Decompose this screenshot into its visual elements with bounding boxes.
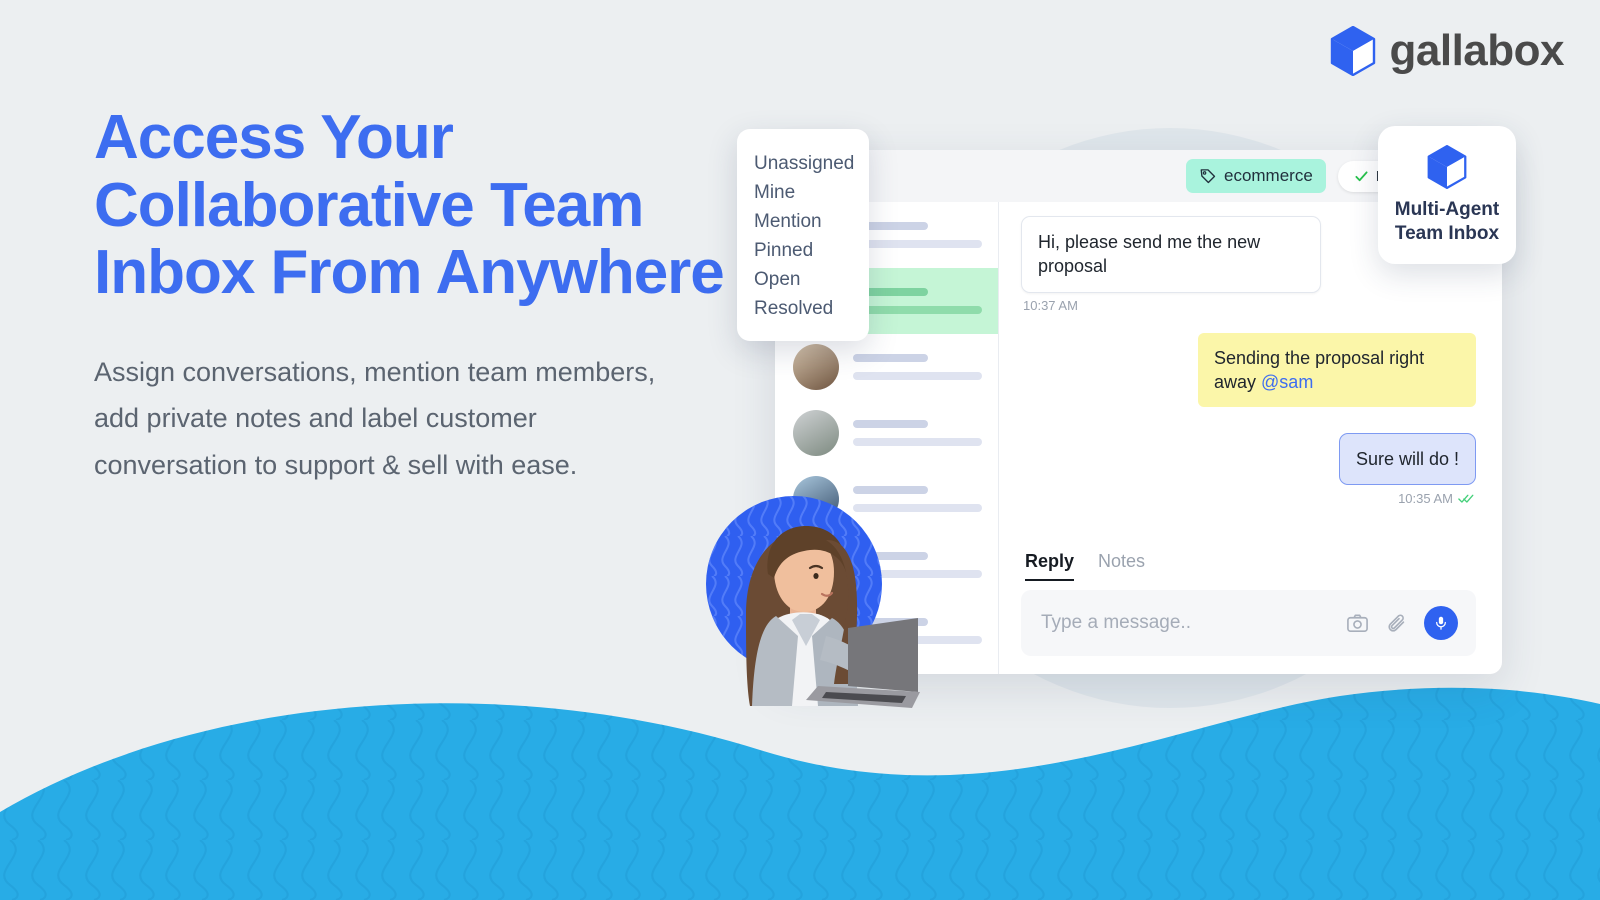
microphone-icon bbox=[1436, 616, 1446, 630]
conversation-preview bbox=[853, 222, 982, 248]
message-bubble-incoming: Hi, please send me the new proposal bbox=[1021, 216, 1321, 293]
badge-label-line1: Multi-Agent bbox=[1394, 199, 1500, 221]
message-thread: Hi, please send me the new proposal 10:3… bbox=[1021, 216, 1476, 551]
message-timestamp: 10:37 AM bbox=[1023, 297, 1078, 313]
filter-item-resolved[interactable]: Resolved bbox=[737, 294, 869, 323]
message-timestamp: 10:35 AM bbox=[1398, 491, 1453, 507]
list-item[interactable] bbox=[775, 400, 998, 466]
skeleton-line bbox=[853, 372, 982, 380]
badge-label: Multi-Agent Team Inbox bbox=[1395, 198, 1499, 244]
chat-panel: Hi, please send me the new proposal 10:3… bbox=[999, 202, 1502, 674]
hero-subcopy: Assign conversations, mention team membe… bbox=[94, 356, 656, 481]
multi-agent-team-inbox-badge: Multi-Agent Team Inbox bbox=[1378, 126, 1516, 264]
conversation-preview bbox=[853, 420, 982, 446]
double-check-icon bbox=[1458, 495, 1474, 504]
cube-icon bbox=[1330, 26, 1375, 76]
message-row-reply: Sure will do ! bbox=[1021, 433, 1476, 486]
tag-icon bbox=[1200, 169, 1216, 184]
inbox-filter-dropdown[interactable]: Unassigned Mine Mention Pinned Open Reso… bbox=[737, 129, 869, 341]
hero-copy: Access Your Collaborative Team Inbox Fro… bbox=[94, 104, 734, 489]
skeleton-line bbox=[853, 438, 982, 446]
page-title: Access Your Collaborative Team Inbox Fro… bbox=[94, 103, 725, 308]
mention-tag[interactable]: @sam bbox=[1261, 372, 1313, 392]
message-bubble-reply: Sure will do ! bbox=[1338, 433, 1476, 486]
gallabox-logo: gallabox bbox=[1330, 26, 1565, 76]
camera-icon[interactable] bbox=[1346, 612, 1369, 635]
list-item[interactable] bbox=[775, 334, 998, 400]
logo-wordmark: gallabox bbox=[1389, 26, 1565, 75]
skeleton-line bbox=[853, 306, 982, 314]
message-composer[interactable]: Type a message.. bbox=[1021, 590, 1476, 656]
filter-item-unassigned[interactable]: Unassigned bbox=[737, 149, 869, 178]
woman-with-laptop-photo bbox=[746, 526, 920, 708]
microphone-button[interactable] bbox=[1424, 606, 1458, 640]
filter-item-open[interactable]: Open bbox=[737, 265, 869, 294]
avatar bbox=[793, 410, 839, 456]
conversation-preview bbox=[853, 354, 982, 380]
message-input[interactable]: Type a message.. bbox=[1041, 612, 1330, 634]
note-text: Sending the proposal right away bbox=[1214, 347, 1425, 392]
agent-photo-illustration bbox=[706, 496, 926, 716]
tab-notes[interactable]: Notes bbox=[1098, 551, 1145, 581]
composer-tabs[interactable]: Reply Notes bbox=[1025, 551, 1476, 581]
avatar bbox=[793, 344, 839, 390]
message-timestamp-row: 10:35 AM bbox=[1021, 491, 1474, 506]
filter-item-pinned[interactable]: Pinned bbox=[737, 236, 869, 265]
check-icon bbox=[1355, 170, 1368, 181]
message-bubble-note: Sending the proposal right away @sam bbox=[1198, 332, 1476, 408]
label-chip-text: ecommerce bbox=[1223, 166, 1313, 185]
paperclip-icon[interactable] bbox=[1385, 612, 1408, 635]
filter-item-mention[interactable]: Mention bbox=[737, 207, 869, 236]
label-chip-ecommerce[interactable]: ecommerce bbox=[1185, 159, 1326, 193]
skeleton-line bbox=[853, 486, 928, 494]
filter-item-mine[interactable]: Mine bbox=[737, 178, 869, 207]
tab-reply[interactable]: Reply bbox=[1025, 551, 1075, 581]
cube-icon bbox=[1427, 145, 1467, 190]
skeleton-line bbox=[853, 240, 982, 248]
message-row-note: Sending the proposal right away @sam bbox=[1021, 332, 1476, 408]
skeleton-line bbox=[853, 354, 928, 362]
conversation-preview bbox=[853, 288, 982, 314]
badge-label-line2: Team Inbox bbox=[1394, 222, 1500, 244]
skeleton-line bbox=[853, 420, 928, 428]
